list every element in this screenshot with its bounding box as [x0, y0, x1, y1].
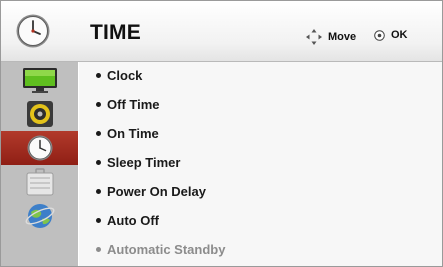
menu-item-auto-off[interactable]: Auto Off	[96, 212, 159, 230]
bullet-icon	[96, 218, 101, 224]
page-title: TIME	[90, 21, 141, 44]
sidebar-item-picture[interactable]	[1, 63, 78, 97]
move-hint: Move	[306, 29, 356, 45]
bullet-icon	[96, 247, 101, 253]
menu-item-clock[interactable]: Clock	[96, 67, 142, 85]
bullet-icon	[96, 189, 101, 195]
sidebar-item-audio[interactable]	[1, 97, 78, 131]
menu-item-label: Automatic Standby	[107, 242, 226, 257]
bullet-icon	[96, 131, 101, 137]
time-menu-list: Clock Off Time On Time Sleep Timer Power…	[79, 62, 442, 266]
clock-icon	[27, 135, 52, 161]
ok-hint: OK	[374, 29, 408, 41]
bullet-icon	[96, 102, 101, 108]
menu-item-power-on-delay[interactable]: Power On Delay	[96, 183, 206, 201]
sidebar-item-option[interactable]	[1, 199, 78, 233]
speaker-icon	[26, 101, 53, 127]
header: TIME Move OK	[1, 1, 442, 62]
move-hint-label: Move	[328, 31, 357, 43]
menu-item-on-time[interactable]: On Time	[96, 125, 159, 143]
lock-icon	[26, 168, 53, 196]
bullet-icon	[96, 73, 101, 79]
menu-item-label: Clock	[107, 68, 143, 83]
move-arrows-icon	[306, 29, 322, 45]
sidebar-item-lock[interactable]	[1, 165, 78, 199]
picture-icon	[22, 68, 57, 93]
menu-item-automatic-standby: Automatic Standby	[96, 241, 225, 259]
bullet-icon	[96, 160, 101, 166]
menu-item-off-time[interactable]: Off Time	[96, 96, 160, 114]
clock-icon	[16, 14, 50, 48]
ok-hint-label: OK	[391, 29, 408, 41]
menu-item-label: Power On Delay	[107, 184, 206, 199]
menu-item-label: Auto Off	[107, 213, 159, 228]
settings-window: TIME Move OK Clock Off Time On Time Slee…	[0, 0, 443, 267]
sidebar-item-time[interactable]	[1, 131, 78, 165]
menu-item-label: Off Time	[107, 97, 160, 112]
ok-button-icon	[374, 29, 385, 41]
menu-item-sleep-timer[interactable]: Sleep Timer	[96, 154, 180, 172]
globe-icon	[25, 204, 54, 228]
menu-item-label: Sleep Timer	[107, 155, 181, 170]
category-sidebar	[1, 62, 78, 266]
menu-item-label: On Time	[107, 126, 159, 141]
